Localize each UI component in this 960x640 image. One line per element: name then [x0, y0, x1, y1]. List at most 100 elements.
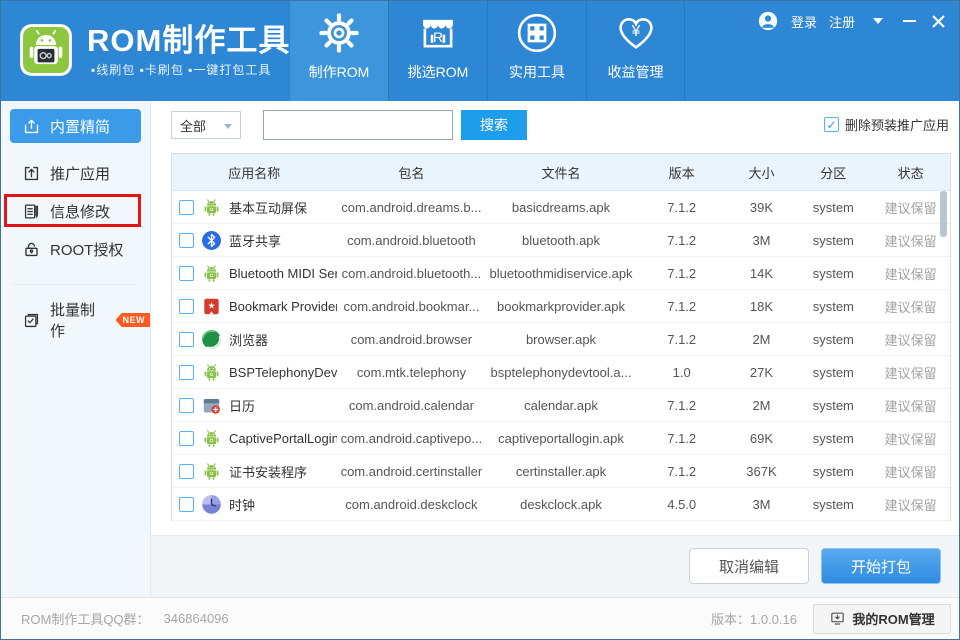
remove-preinstall-checkbox[interactable] — [824, 117, 839, 132]
svg-text:★: ★ — [208, 300, 216, 310]
app-size: 2M — [728, 398, 796, 413]
start-package-button[interactable]: 开始打包 — [821, 548, 941, 584]
search-input[interactable] — [263, 110, 453, 140]
status: 建议保留 — [871, 396, 950, 415]
table-row[interactable]: 时钟 com.android.deskclock deskclock.apk 4… — [172, 488, 950, 521]
table-row[interactable]: 基本互动屏保 com.android.dreams.b... basicdrea… — [172, 191, 950, 224]
app-name: Bookmark Provider — [229, 299, 337, 314]
filter-select[interactable]: 全部 — [171, 111, 241, 139]
app-logo-icon — [19, 23, 73, 77]
app-version: 7.1.2 — [636, 200, 728, 215]
row-checkbox[interactable] — [179, 299, 194, 314]
download-monitor-icon — [829, 610, 846, 627]
main-nav: 制作ROM R 挑选ROM 实用工具 ¥ 收益管理 — [289, 1, 685, 101]
app-name: 蓝牙共享 — [229, 231, 281, 250]
footer: ROM制作工具QQ群： 346864096 版本：1.0.0.16 我的ROM管… — [1, 597, 959, 639]
column-header: 包名 — [337, 163, 487, 182]
scrollbar-thumb[interactable] — [940, 191, 947, 237]
sidebar-item-promote-apps[interactable]: 推广应用 — [1, 154, 150, 192]
file-name: basicdreams.apk — [486, 200, 636, 215]
app-name: 基本互动屏保 — [229, 198, 307, 217]
table-row[interactable]: 日历 com.android.calendar calendar.apk 7.1… — [172, 389, 950, 422]
heart-icon: ¥ — [615, 12, 657, 54]
table-row[interactable]: 证书安装程序 com.android.certinstaller certins… — [172, 455, 950, 488]
app-version: 7.1.2 — [636, 398, 728, 413]
table-row[interactable]: 浏览器 com.android.browser browser.apk 7.1.… — [172, 323, 950, 356]
row-checkbox[interactable] — [179, 497, 194, 512]
partition: system — [795, 497, 871, 512]
close-icon[interactable] — [932, 15, 945, 28]
partition: system — [795, 266, 871, 281]
version-label: 版本：1.0.0.16 — [711, 609, 797, 628]
table-row[interactable]: CaptivePortalLogin com.android.captivepo… — [172, 422, 950, 455]
table-row[interactable]: BSPTelephonyDevT... com.mtk.telephony bs… — [172, 356, 950, 389]
row-checkbox[interactable] — [179, 365, 194, 380]
user-avatar-icon — [757, 10, 779, 32]
sidebar-item-builtin-trim[interactable]: 内置精简 — [10, 109, 141, 143]
row-checkbox[interactable] — [179, 431, 194, 446]
app-size: 2M — [728, 332, 796, 347]
package-name: com.android.bluetooth — [337, 233, 487, 248]
tab-utilities[interactable]: 实用工具 — [487, 1, 586, 101]
package-name: com.android.bluetooth... — [337, 266, 487, 281]
row-checkbox[interactable] — [179, 233, 194, 248]
app-version: 7.1.2 — [636, 464, 728, 479]
sidebar-item-edit-info[interactable]: 信息修改 — [1, 192, 150, 230]
clock-icon — [201, 494, 222, 515]
account-area: 登录 注册 — [757, 10, 945, 32]
tab-earnings[interactable]: ¥ 收益管理 — [586, 1, 685, 101]
partition: system — [795, 332, 871, 347]
app-version: 7.1.2 — [636, 233, 728, 248]
package-name: com.android.captivepo... — [337, 431, 487, 446]
bluetooth-icon — [201, 230, 222, 251]
app-version: 1.0 — [636, 365, 728, 380]
android-icon — [201, 428, 222, 449]
status: 建议保留 — [871, 363, 950, 382]
android-icon — [201, 263, 222, 284]
my-rom-manage-button[interactable]: 我的ROM管理 — [813, 604, 951, 634]
row-checkbox[interactable] — [179, 398, 194, 413]
sidebar-item-root-auth[interactable]: ROOT授权 — [1, 230, 150, 268]
app-name: 浏览器 — [229, 330, 268, 349]
app-size: 3M — [728, 497, 796, 512]
main-panel: 全部 搜索 删除预装推广应用 应用名称包名文件名版本大小分区状态 基本互动屏保 … — [151, 101, 959, 597]
status: 建议保留 — [871, 198, 950, 217]
tab-make-rom[interactable]: 制作ROM — [289, 1, 388, 101]
file-name: bluetooth.apk — [486, 233, 636, 248]
app-subtitle: ▪线刷包 ▪卡刷包 ▪一键打包工具 — [91, 61, 271, 78]
status: 建议保留 — [871, 297, 950, 316]
minimize-icon[interactable] — [903, 20, 916, 22]
file-name: deskclock.apk — [486, 497, 636, 512]
app-name: BSPTelephonyDevT... — [229, 365, 337, 380]
login-link[interactable]: 登录 — [791, 12, 817, 31]
table-row[interactable]: Bluetooth MIDI Ser... com.android.blueto… — [172, 257, 950, 290]
cancel-edit-button[interactable]: 取消编辑 — [689, 548, 809, 584]
package-name: com.android.certinstaller — [337, 464, 487, 479]
export-icon — [22, 117, 41, 136]
gear-icon — [318, 12, 360, 54]
app-version: 7.1.2 — [636, 332, 728, 347]
table-row[interactable]: 蓝牙共享 com.android.bluetooth bluetooth.apk… — [172, 224, 950, 257]
promote-icon — [22, 164, 41, 183]
row-checkbox[interactable] — [179, 464, 194, 479]
search-button[interactable]: 搜索 — [461, 110, 527, 140]
row-checkbox[interactable] — [179, 266, 194, 281]
row-checkbox[interactable] — [179, 332, 194, 347]
app-version: 4.5.0 — [636, 497, 728, 512]
tab-pick-rom[interactable]: R 挑选ROM — [388, 1, 487, 101]
package-name: com.android.browser — [337, 332, 487, 347]
app-name: CaptivePortalLogin — [229, 431, 337, 446]
row-checkbox[interactable] — [179, 200, 194, 215]
app-table: 应用名称包名文件名版本大小分区状态 基本互动屏保 com.android.dre… — [171, 153, 951, 521]
app-header: ROM制作工具 ▪线刷包 ▪卡刷包 ▪一键打包工具 制作ROM R 挑选ROM … — [1, 1, 959, 101]
sidebar-divider — [13, 284, 138, 285]
sidebar-item-batch-make[interactable]: 批量制作 NEW — [1, 301, 150, 339]
sidebar: 内置精简 推广应用 信息修改 ROOT授权 批量制作 NEW — [1, 101, 151, 597]
bookmark-icon: ★ — [201, 296, 222, 317]
menu-dropdown-icon[interactable] — [873, 18, 883, 24]
app-size: 18K — [728, 299, 796, 314]
package-name: com.android.calendar — [337, 398, 487, 413]
app-size: 367K — [728, 464, 796, 479]
register-link[interactable]: 注册 — [829, 12, 855, 31]
table-row[interactable]: ★ Bookmark Provider com.android.bookmar.… — [172, 290, 950, 323]
